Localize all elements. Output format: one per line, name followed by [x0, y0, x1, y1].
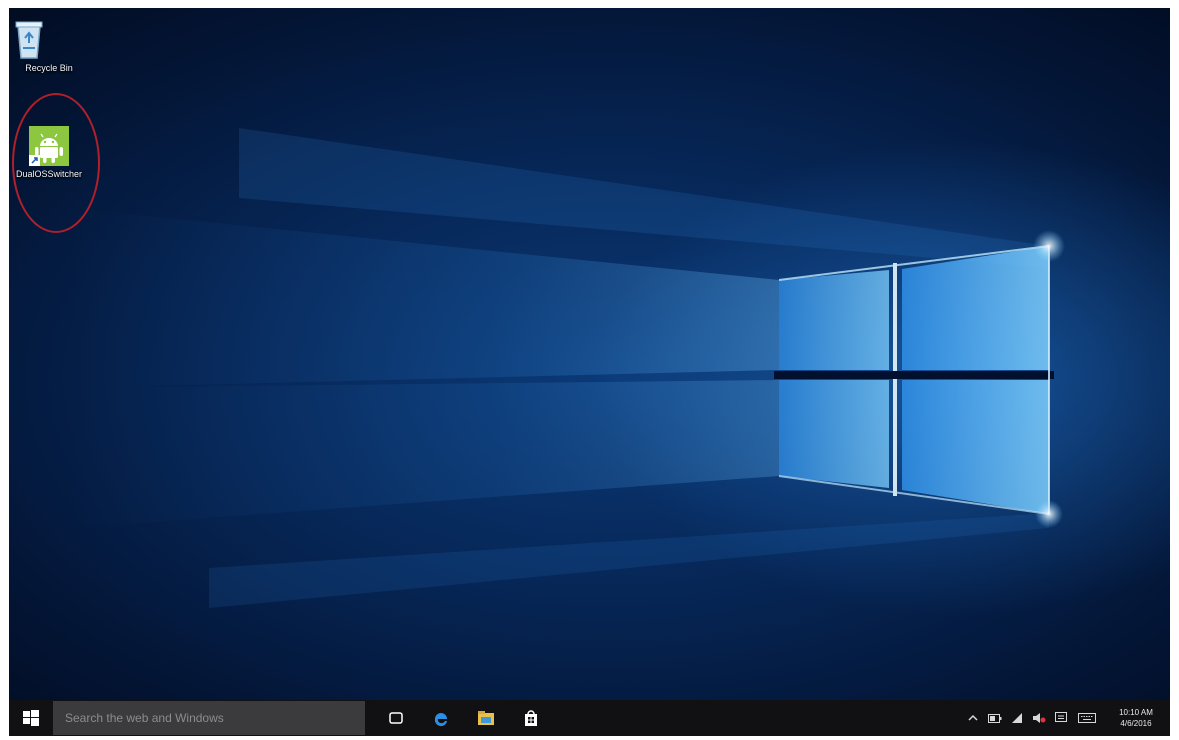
start-button[interactable]	[9, 700, 53, 736]
recycle-bin-icon	[15, 16, 69, 62]
file-explorer-icon	[477, 711, 494, 725]
edge-icon	[434, 713, 447, 727]
task-view-icon	[388, 712, 403, 724]
clock-date: 4/6/2016	[1120, 719, 1152, 728]
task-view-button[interactable]	[373, 700, 418, 736]
highlight-circle-annotation	[12, 93, 100, 233]
file-explorer-button[interactable]	[463, 700, 508, 736]
recycle-bin-shortcut[interactable]: Recycle Bin	[9, 16, 89, 74]
keyboard-icon[interactable]	[1072, 700, 1102, 736]
store-icon	[524, 710, 537, 726]
desktop-screen: Recycle Bin DualOSSwitcher Search the we…	[9, 8, 1170, 736]
store-button[interactable]	[508, 700, 553, 736]
windows-start-icon	[23, 710, 39, 726]
taskbar: 10:10 AM 4/6/2016	[9, 700, 1170, 736]
recycle-bin-label: Recycle Bin	[25, 63, 73, 73]
search-input[interactable]	[63, 710, 365, 726]
battery-icon[interactable]	[984, 700, 1006, 736]
taskbar-search-box[interactable]	[53, 701, 365, 735]
desktop-wallpaper[interactable]: Recycle Bin DualOSSwitcher	[9, 8, 1170, 700]
action-center-icon[interactable]	[1050, 700, 1072, 736]
windows-logo-wallpaper	[69, 128, 1065, 608]
chevron-up-icon[interactable]	[962, 700, 984, 736]
volume-muted-icon[interactable]	[1028, 700, 1050, 736]
clock-time: 10:10 AM	[1119, 708, 1153, 717]
edge-button[interactable]	[418, 700, 463, 736]
taskbar-clock[interactable]: 10:10 AM 4/6/2016	[1108, 707, 1164, 729]
network-icon[interactable]	[1006, 700, 1028, 736]
system-tray: 10:10 AM 4/6/2016	[962, 700, 1170, 736]
